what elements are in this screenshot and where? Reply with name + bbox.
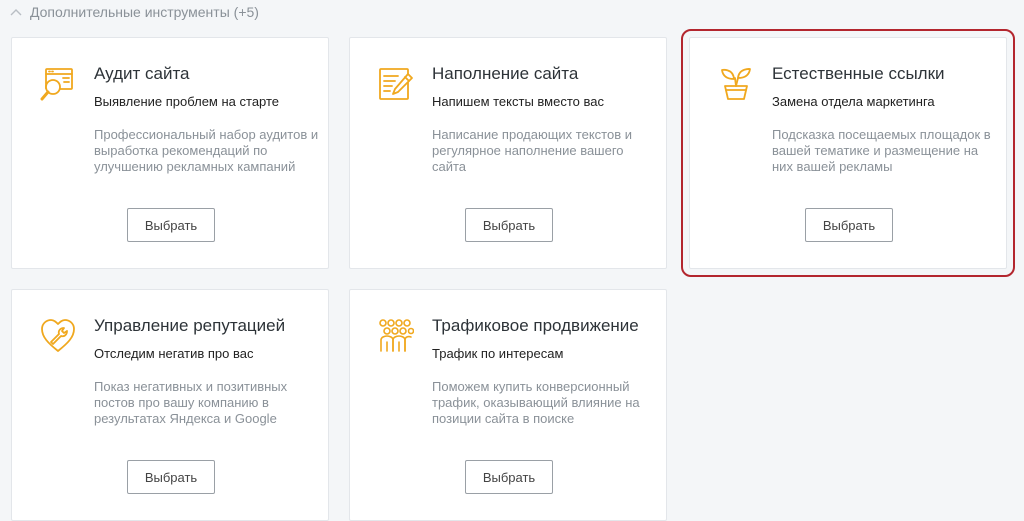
card-title: Естественные ссылки	[772, 64, 945, 83]
card-description: Написание продающих текстов и регулярное…	[432, 127, 632, 174]
card-subtitle: Отследим негатив про вас	[94, 346, 254, 361]
section-title: Дополнительные инструменты (+5)	[30, 4, 259, 20]
chevron-up-icon	[10, 8, 22, 16]
card-reputation: Управление репутацией Отследим негатив п…	[11, 289, 329, 521]
card-title: Аудит сайта	[94, 64, 190, 83]
card-description: Поможем купить конверсионный трафик, ока…	[432, 379, 640, 426]
card-natural-links: Естественные ссылки Замена отдела маркет…	[681, 29, 1015, 277]
card-site-content: Наполнение сайта Напишем тексты вместо в…	[349, 37, 667, 269]
card-subtitle: Напишем тексты вместо вас	[432, 94, 604, 109]
select-button-traffic[interactable]: Выбрать	[465, 460, 553, 494]
card-site-audit: Аудит сайта Выявление проблем на старте …	[11, 37, 329, 269]
card-title: Трафиковое продвижение	[432, 316, 639, 335]
section-header[interactable]: Дополнительные инструменты (+5)	[10, 2, 259, 22]
card-description: Профессиональный набор аудитов и выработ…	[94, 127, 319, 174]
document-edit-pencil-icon	[378, 66, 414, 102]
card-subtitle: Замена отдела маркетинга	[772, 94, 935, 109]
card-description: Показ негативных и позитивных постов про…	[94, 379, 288, 426]
plant-pot-icon	[718, 66, 754, 102]
card-subtitle: Выявление проблем на старте	[94, 94, 280, 109]
select-button-site-audit[interactable]: Выбрать	[127, 208, 215, 242]
card-title: Управление репутацией	[94, 316, 286, 335]
card-traffic: Трафиковое продвижение Трафик по интерес…	[349, 289, 667, 521]
people-audience-icon	[378, 318, 415, 354]
site-audit-magnifier-icon	[40, 66, 76, 102]
card-subtitle: Трафик по интересам	[432, 346, 564, 361]
card-title: Наполнение сайта	[432, 64, 579, 83]
select-button-site-content[interactable]: Выбрать	[465, 208, 553, 242]
card-description: Подсказка посещаемых площадок в вашей те…	[772, 127, 991, 174]
select-button-natural-links[interactable]: Выбрать	[805, 208, 893, 242]
heart-wrench-icon	[40, 318, 76, 354]
select-button-reputation[interactable]: Выбрать	[127, 460, 215, 494]
